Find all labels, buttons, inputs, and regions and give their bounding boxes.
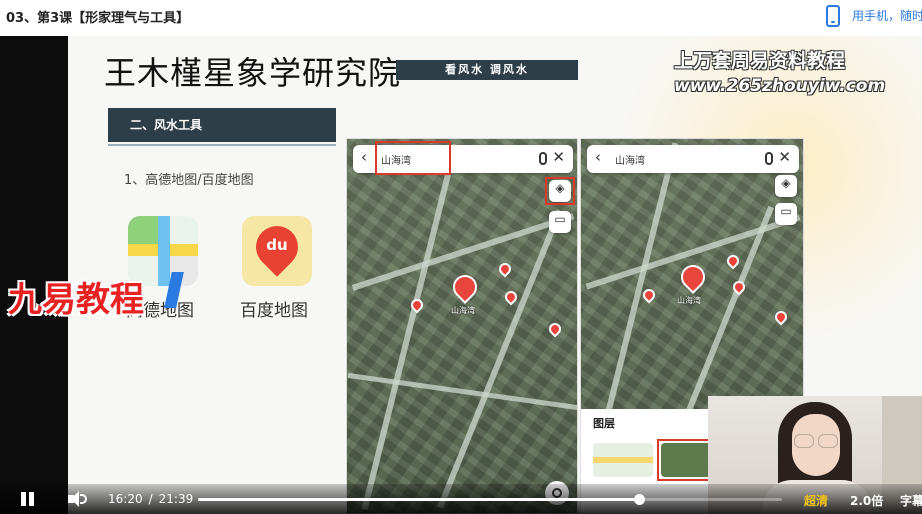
map-search-query[interactable]: 山海湾 [615,152,645,167]
progress-handle[interactable] [633,494,645,505]
current-time: 16:20 [108,492,143,506]
microphone-icon[interactable] [765,152,773,165]
institute-title: 王木槿星象学研究院 [104,54,402,92]
search-highlight-box [375,141,451,175]
volume-icon[interactable] [68,491,88,507]
traffic-toggle[interactable]: ▭ [775,203,797,225]
back-arrow-icon[interactable]: ‹ [361,148,367,166]
poi-label: 山海湾 [677,296,701,305]
standard-map-thumbnail[interactable] [593,443,653,477]
section-title: 二、风水工具 [108,108,336,146]
toggle-icon: ▭ [554,212,566,226]
mobile-watch-link[interactable]: 用手机，随时 [852,7,922,24]
course-title: 03、第3课【形家理气与工具】 [6,11,190,26]
progress-bar[interactable] [198,494,782,505]
close-icon[interactable]: ✕ [552,148,565,166]
channel-watermark: 九易教程 [8,280,144,320]
toggle-icon: ▭ [780,204,792,218]
watermark-url: www.265zhouyiw.com [674,76,886,96]
baidu-map-label: 百度地图 [240,301,308,321]
phone-icon[interactable] [826,5,840,27]
close-icon[interactable]: ✕ [778,148,791,166]
map-search-bar[interactable]: ‹ 山海湾 ✕ [587,145,799,173]
baidu-icon-text: du [266,236,288,254]
motto-banner: 看风水 调风水 [396,60,578,80]
duration: 21:39 [158,492,194,506]
poi-label: 山海湾 [451,306,475,315]
progress-fill [198,498,639,501]
time-separator: / [148,492,153,506]
map-screenshot-satellite: ‹ 山海湾 ✕ ◈ ▭ 山海湾 [346,138,578,514]
time-display: 16:20 / 21:39 [108,492,193,506]
layers-icon: ◈ [781,176,791,190]
watermark-text: 上万套周易资料教程 [674,50,846,72]
baidu-map-icon: du [242,216,312,286]
layer-panel-title: 图层 [593,417,615,430]
sub-item-title: 1、高德地图/百度地图 [124,173,254,188]
video-player[interactable]: 王木槿星象学研究院 看风水 调风水 上万套周易资料教程 www.265zhouy… [0,36,922,514]
layers-button[interactable]: ◈ [775,175,797,197]
pause-icon[interactable] [18,490,36,508]
layer-highlight-box [545,177,575,205]
quality-button[interactable]: 超清 [804,492,828,509]
speed-button[interactable]: 2.0倍 [850,492,883,509]
microphone-icon[interactable] [539,152,547,165]
traffic-toggle[interactable]: ▭ [549,211,571,233]
player-controls: 16:20 / 21:39 超清 2.0倍 字幕 [0,484,922,514]
page-header: 03、第3课【形家理气与工具】 用手机，随时 [0,0,922,32]
back-arrow-icon[interactable]: ‹ [595,148,601,166]
subtitle-button[interactable]: 字幕 [900,492,922,509]
